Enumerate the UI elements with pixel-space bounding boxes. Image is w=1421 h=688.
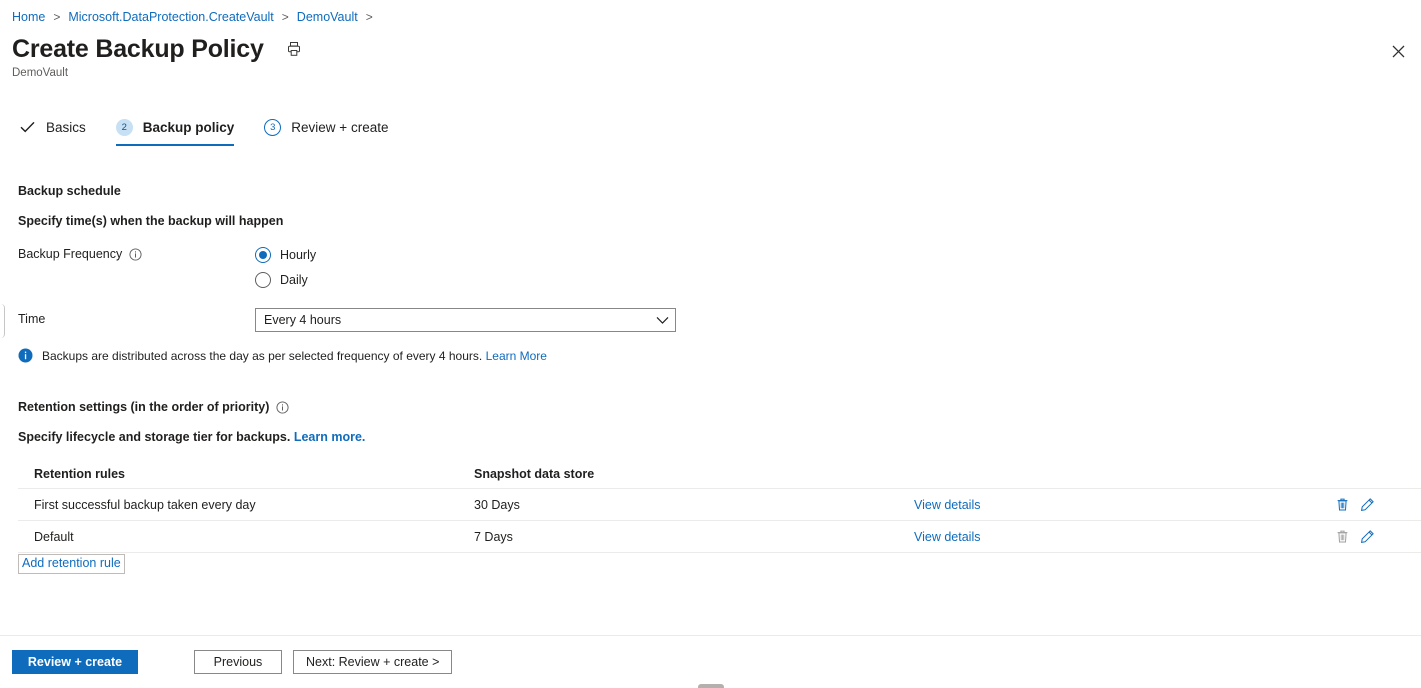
retention-rule-name: First successful backup taken every day [34, 497, 256, 512]
printer-icon[interactable] [282, 37, 306, 61]
next-review-create-button[interactable]: Next: Review + create > [293, 650, 453, 674]
tab-backup-policy-label: Backup policy [142, 119, 235, 135]
learn-more-link[interactable]: Learn More [486, 349, 547, 363]
info-circle-icon[interactable] [129, 247, 142, 261]
time-select-value: Every 4 hours [264, 313, 342, 327]
schedule-info-message: Backups are distributed across the day a… [18, 348, 547, 363]
close-icon[interactable] [1385, 38, 1411, 64]
time-label: Time [18, 312, 46, 326]
radio-unselected-icon [255, 271, 271, 288]
breadcrumb-separator: > [53, 10, 61, 24]
info-circle-icon[interactable] [276, 400, 289, 414]
radio-selected-icon [255, 246, 271, 263]
radio-hourly[interactable]: Hourly [255, 242, 316, 267]
table-row[interactable]: First successful backup taken every day … [18, 489, 1421, 521]
view-details-link[interactable]: View details [914, 498, 980, 512]
breadcrumb-item-home[interactable]: Home [12, 9, 45, 25]
view-details-link[interactable]: View details [914, 530, 980, 544]
backup-schedule-heading: Backup schedule [18, 184, 121, 198]
tab-review-create-label: Review + create [291, 119, 389, 135]
tab-basics[interactable]: Basics [18, 112, 94, 142]
column-header-snapshot-data-store: Snapshot data store [474, 467, 595, 481]
time-select[interactable]: Every 4 hours [255, 308, 676, 332]
retention-rules-table: Retention rules Snapshot data store Firs… [18, 460, 1421, 553]
retention-learn-more-link[interactable]: Learn more. [294, 430, 366, 444]
breadcrumb-separator: > [281, 10, 289, 24]
breadcrumb: Home > Microsoft.DataProtection.CreateVa… [12, 9, 381, 25]
schedule-info-text: Backups are distributed across the day a… [42, 348, 483, 363]
retention-description: Specify lifecycle and storage tier for b… [18, 430, 366, 444]
pencil-icon[interactable] [1359, 529, 1375, 545]
panel-resize-handle[interactable] [0, 304, 5, 338]
retention-rule-name: Default [34, 529, 74, 544]
table-header-row: Retention rules Snapshot data store [18, 460, 1421, 489]
step-number-badge: 2 [115, 118, 133, 136]
radio-hourly-label: Hourly [280, 247, 317, 262]
review-create-button[interactable]: Review + create [12, 650, 138, 674]
tab-review-create[interactable]: 3 Review + create [264, 112, 396, 142]
trash-icon[interactable] [1334, 497, 1350, 513]
breadcrumb-item-demovault[interactable]: DemoVault [297, 9, 358, 25]
chevron-down-icon [655, 313, 669, 327]
page-header: Create Backup Policy [12, 33, 306, 65]
add-retention-rule-link[interactable]: Add retention rule [18, 554, 125, 574]
step-number-badge: 3 [264, 118, 282, 136]
radio-daily[interactable]: Daily [255, 267, 316, 292]
retention-rule-store: 7 Days [474, 529, 513, 544]
info-filled-icon [18, 348, 33, 363]
bottom-drag-grip[interactable] [697, 684, 724, 688]
backup-frequency-radio-group: Hourly Daily [255, 242, 316, 292]
form-content: Backup schedule Specify time(s) when the… [0, 160, 1421, 636]
trash-icon [1334, 529, 1350, 545]
retention-rule-store: 30 Days [474, 497, 520, 512]
column-header-retention-rules: Retention rules [34, 467, 125, 481]
wizard-footer: Review + create Previous Next: Review + … [0, 635, 1421, 688]
page-title: Create Backup Policy [12, 35, 264, 63]
schedule-instruction: Specify time(s) when the backup will hap… [18, 214, 284, 228]
wizard-tabs: Basics 2 Backup policy 3 Review + create [18, 112, 418, 146]
tab-basics-label: Basics [46, 119, 86, 135]
radio-daily-label: Daily [280, 272, 308, 287]
breadcrumb-item-createvault[interactable]: Microsoft.DataProtection.CreateVault [68, 9, 273, 25]
breadcrumb-separator: > [365, 10, 373, 24]
pencil-icon[interactable] [1359, 497, 1375, 513]
previous-button[interactable]: Previous [194, 650, 282, 674]
backup-frequency-label: Backup Frequency [18, 247, 142, 261]
tab-backup-policy[interactable]: 2 Backup policy [115, 112, 243, 146]
page-subtitle: DemoVault [12, 67, 69, 79]
table-row[interactable]: Default 7 Days View details [18, 521, 1421, 553]
check-icon [18, 118, 36, 136]
retention-settings-heading: Retention settings (in the order of prio… [18, 400, 289, 414]
